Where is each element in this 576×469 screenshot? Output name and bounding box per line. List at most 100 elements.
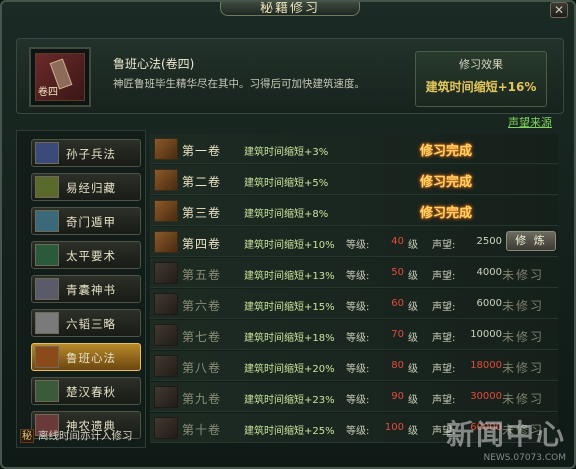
volume-row: 第七卷 建筑时间缩短+18% 等级: 70 级 声望: 10000 未修习 — [150, 320, 558, 350]
close-icon[interactable]: ✕ — [550, 2, 568, 18]
book-info-panel: 卷四 鲁班心法(卷四) 神匠鲁班毕生精华尽在其中。习得后可加快建筑速度。 修习效… — [16, 38, 564, 114]
volume-effect: 建筑时间缩短+15% — [244, 302, 335, 313]
footer-note-text: 离线时间亦计入修习 — [38, 430, 133, 442]
status-not-learned: 未修习 — [502, 361, 545, 375]
watermark-sub: NEWS.07073.COM — [483, 453, 566, 463]
status-completed: 修习完成 — [420, 206, 473, 221]
volume-book-icon — [154, 324, 178, 346]
prestige-label: 声望: — [432, 364, 456, 375]
volume-name: 第九卷 — [182, 392, 222, 406]
book-cover-icon: 卷四 — [35, 53, 85, 101]
effect-box: 修习效果 建筑时间缩短+16% — [415, 51, 547, 107]
volume-row: 第三卷 建筑时间缩短+8% 修习完成 — [150, 196, 558, 226]
volume-name: 第一卷 — [182, 144, 222, 158]
book-item[interactable]: 青囊神书 — [31, 275, 141, 303]
volume-name: 第十卷 — [182, 423, 222, 437]
volume-name: 第四卷 — [182, 237, 222, 251]
book-item[interactable]: 易经归藏 — [31, 173, 141, 201]
volume-book-icon — [154, 169, 178, 191]
level-value: 40 — [391, 236, 404, 247]
book-icon — [35, 210, 59, 232]
volume-effect: 建筑时间缩短+18% — [244, 333, 335, 344]
volume-row: 第四卷 建筑时间缩短+10% 等级: 40 级 声望: 2500 修 炼 — [150, 227, 558, 257]
prestige-label: 声望: — [432, 271, 456, 282]
level-label: 等级: — [346, 240, 370, 251]
volume-name: 第七卷 — [182, 330, 222, 344]
watermark: 新闻中心 NEWS.07073.COM — [446, 413, 566, 463]
volume-book-icon — [154, 138, 178, 160]
volume-book-icon — [154, 200, 178, 222]
book-item-label: 青囊神书 — [66, 283, 116, 297]
prestige-value: 4000 — [476, 267, 502, 278]
book-icon — [35, 278, 59, 300]
seal-icon: 秘 — [20, 429, 34, 443]
volume-book-icon — [154, 262, 178, 284]
level-unit: 级 — [408, 364, 418, 375]
window-title: 秘籍修习 — [259, 2, 320, 16]
book-item[interactable]: 奇门遁甲 — [31, 207, 141, 235]
book-icon — [35, 176, 59, 198]
effect-label: 修习效果 — [459, 58, 503, 71]
book-title: 鲁班心法(卷四) — [113, 57, 195, 71]
prestige-source-link[interactable]: 声望来源 — [508, 114, 552, 130]
volume-list: 第一卷 建筑时间缩短+3% 修习完成 第二卷 建筑时间缩短+5% 修习完成 第三卷 建筑时间缩… — [150, 134, 560, 446]
volume-book-icon — [154, 231, 178, 253]
level-label: 等级: — [346, 364, 370, 375]
volume-name: 第五卷 — [182, 268, 222, 282]
level-value: 50 — [391, 267, 404, 278]
watermark-main: 新闻中心 — [445, 418, 566, 451]
volume-name: 第二卷 — [182, 175, 222, 189]
book-item-label: 孙子兵法 — [66, 147, 116, 161]
book-icon — [35, 244, 59, 266]
volume-row: 第九卷 建筑时间缩短+23% 等级: 90 级 声望: 30000 未修习 — [150, 382, 558, 412]
level-value: 100 — [384, 422, 404, 433]
prestige-label: 声望: — [432, 395, 456, 406]
prestige-value: 10000 — [470, 329, 502, 340]
volume-effect: 建筑时间缩短+10% — [244, 240, 335, 251]
status-not-learned: 未修习 — [502, 268, 545, 282]
volume-name: 第六卷 — [182, 299, 222, 313]
book-icon — [35, 346, 59, 368]
level-value: 90 — [391, 391, 404, 402]
prestige-value: 18000 — [470, 360, 502, 371]
status-not-learned: 未修习 — [502, 330, 545, 344]
level-unit: 级 — [408, 271, 418, 282]
effect-value: 建筑时间缩短+16% — [425, 80, 537, 94]
level-label: 等级: — [346, 271, 370, 282]
volume-effect: 建筑时间缩短+23% — [244, 395, 335, 406]
volume-name: 第八卷 — [182, 361, 222, 375]
volume-book-icon — [154, 417, 178, 439]
window-title-bar: 秘籍修习 — [220, 2, 360, 16]
book-item[interactable]: 孙子兵法 — [31, 139, 141, 167]
book-icon — [35, 312, 59, 334]
book-cover-volume: 卷四 — [38, 87, 58, 98]
prestige-value: 6000 — [476, 298, 502, 309]
book-item[interactable]: 楚汉春秋 — [31, 377, 141, 405]
book-item-label: 易经归藏 — [66, 181, 116, 195]
volume-effect: 建筑时间缩短+20% — [244, 364, 335, 375]
level-value: 70 — [391, 329, 404, 340]
volume-row: 第五卷 建筑时间缩短+13% 等级: 50 级 声望: 4000 未修习 — [150, 258, 558, 288]
volume-row: 第六卷 建筑时间缩短+15% 等级: 60 级 声望: 6000 未修习 — [150, 289, 558, 319]
volume-effect: 建筑时间缩短+5% — [244, 178, 329, 189]
level-unit: 级 — [408, 426, 418, 437]
book-item[interactable]: 鲁班心法 — [31, 343, 141, 371]
cultivate-button[interactable]: 修 炼 — [506, 231, 556, 251]
book-item[interactable]: 太平要术 — [31, 241, 141, 269]
book-item-label: 太平要术 — [66, 249, 116, 263]
prestige-label: 声望: — [432, 333, 456, 344]
status-not-learned: 未修习 — [502, 299, 545, 313]
book-list: 孙子兵法 易经归藏 奇门遁甲 太平要术 青囊神书 六韬三略 鲁班心法 楚汉春秋 神农遗典 — [16, 130, 146, 448]
game-window: 秘籍修习 ✕ 卷四 鲁班心法(卷四) 神匠鲁班毕生精华尽在其中。习得后可加快建筑… — [0, 0, 576, 469]
book-icon — [35, 380, 59, 402]
level-unit: 级 — [408, 302, 418, 313]
prestige-label: 声望: — [432, 302, 456, 313]
volume-effect: 建筑时间缩短+8% — [244, 209, 329, 220]
book-item[interactable]: 六韬三略 — [31, 309, 141, 337]
level-unit: 级 — [408, 240, 418, 251]
volume-effect: 建筑时间缩短+13% — [244, 271, 335, 282]
volume-effect: 建筑时间缩短+3% — [244, 147, 329, 158]
book-icon — [35, 142, 59, 164]
level-unit: 级 — [408, 395, 418, 406]
volume-book-icon — [154, 386, 178, 408]
